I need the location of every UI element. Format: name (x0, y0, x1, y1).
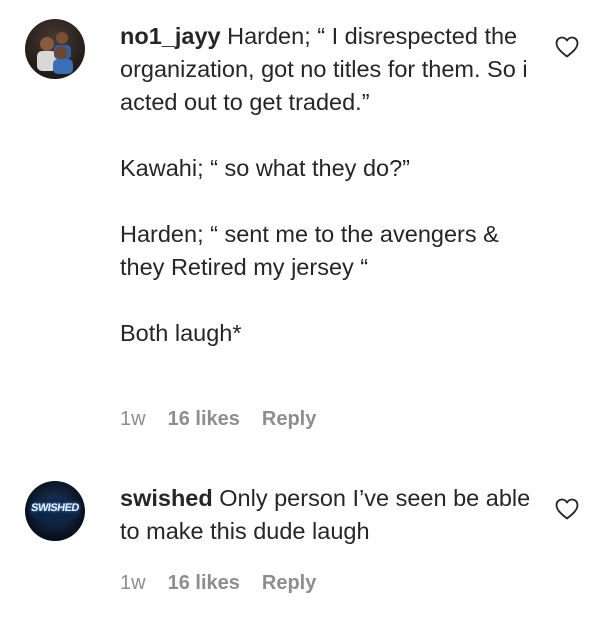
user-avatar[interactable] (25, 19, 85, 79)
user-avatar[interactable]: SWISHED (25, 481, 85, 541)
comment-text: swished Only person I’ve seen be able to… (120, 482, 540, 548)
like-button[interactable] (555, 36, 579, 58)
reply-button[interactable]: Reply (262, 572, 316, 595)
comment-body: Harden; “ I disrespected the organizatio… (120, 23, 528, 346)
comment-likes[interactable]: 16 likes (168, 572, 240, 595)
comment-meta: 1w 16 likes Reply (120, 572, 316, 595)
heart-outline-icon (555, 498, 579, 520)
user-photo-icon (25, 19, 85, 79)
like-button[interactable] (555, 498, 579, 520)
comment-time[interactable]: 1w (120, 408, 146, 431)
comment-username[interactable]: swished (120, 485, 213, 511)
heart-outline-icon (555, 36, 579, 58)
avatar-logo-text: SWISHED (30, 502, 80, 514)
comment-meta: 1w 16 likes Reply (120, 408, 316, 431)
comment-likes[interactable]: 16 likes (168, 408, 240, 431)
comment-time[interactable]: 1w (120, 572, 146, 595)
reply-button[interactable]: Reply (262, 408, 316, 431)
comment-text: no1_jayy Harden; “ I disrespected the or… (120, 20, 540, 350)
comment-username[interactable]: no1_jayy (120, 23, 221, 49)
